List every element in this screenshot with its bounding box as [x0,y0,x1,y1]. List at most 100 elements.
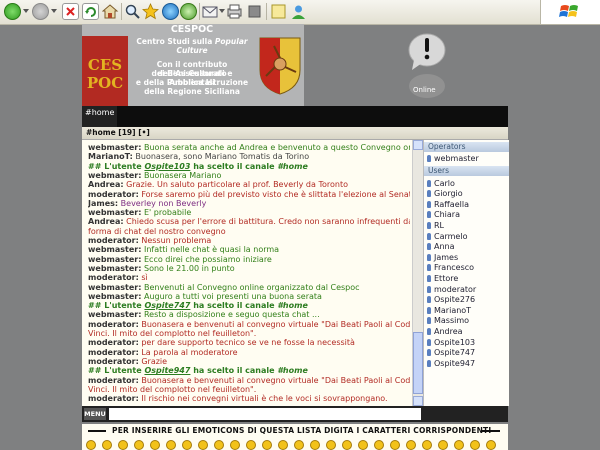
smiley-icon[interactable] [406,440,416,450]
cespoc-logo: CES POC [82,36,128,106]
join-notice: ## L'utente Ospite103 ha scelto il canal… [88,162,410,171]
user-item[interactable]: Carmelo [427,232,509,242]
smiley-icon[interactable] [166,440,176,450]
smiley-icon[interactable] [278,440,288,450]
home-icon[interactable] [101,3,119,20]
smiley-icon[interactable] [358,440,368,450]
user-item[interactable]: Ospite103 [427,338,509,348]
stop-icon[interactable] [62,3,79,20]
message-text: Infatti nelle chat è quasi la norma [143,245,280,255]
smiley-icon[interactable] [86,440,96,450]
scroll-thumb[interactable] [413,332,423,394]
user-item[interactable]: Anna [427,242,509,252]
smiley-icon[interactable] [486,440,496,450]
message-text: Nessun problema [141,236,212,245]
user-name: Anna [434,242,455,252]
print-icon[interactable] [226,3,243,20]
message-text: Sono le 21.00 in punto [143,263,235,273]
forward-icon[interactable] [32,3,49,20]
smiley-icon[interactable] [134,440,144,450]
message-nick: webmaster: [88,143,142,152]
tab-home[interactable]: #home [82,106,118,127]
smiley-icon[interactable] [390,440,400,450]
smiley-icon[interactable] [422,440,432,450]
user-item[interactable]: RL [427,221,509,231]
message-nick: MarianoT: [88,152,133,162]
user-item[interactable]: Raffaella [427,200,509,210]
user-icon [427,232,431,240]
chat-input[interactable] [109,408,421,420]
smiley-icon[interactable] [246,440,256,450]
media-icon[interactable] [162,3,179,20]
user-name: Ospite276 [434,295,476,305]
smiley-icon[interactable] [262,440,272,450]
smiley-icon[interactable] [102,440,112,450]
join-user-link[interactable]: Ospite747 [144,301,190,310]
scroll-down-button[interactable] [413,396,423,406]
user-name: Ospite103 [434,337,476,347]
trinacria-emblem-icon [258,36,302,96]
chat-message: webmaster: Resto a disposizione e seguo … [88,310,410,319]
user-item[interactable]: moderator [427,285,509,295]
smiley-icon[interactable] [470,440,480,450]
user-item[interactable]: Francesco [427,263,509,273]
back-dropdown-icon[interactable] [23,9,29,13]
messenger-icon[interactable] [290,3,307,20]
mail-dropdown-icon[interactable] [219,9,225,13]
input-bar: MENU [82,406,508,422]
smiley-icon[interactable] [454,440,464,450]
user-name: Carlo [434,178,455,188]
message-nick: webmaster: [88,263,142,273]
smiley-icon[interactable] [198,440,208,450]
forward-dropdown-icon[interactable] [51,9,57,13]
message-nick: webmaster: [88,208,142,218]
smiley-icon[interactable] [150,440,160,450]
smiley-icon[interactable] [230,440,240,450]
user-item[interactable]: Ettore [427,274,509,284]
operator-item[interactable]: webmaster [427,154,509,164]
user-name: Giorgio [434,189,463,199]
user-item[interactable]: Carlo [427,179,509,189]
online-label: Online [413,86,436,94]
join-user-link[interactable]: Ospite947 [144,366,190,375]
user-item[interactable]: Giorgio [427,189,509,199]
search-icon[interactable] [124,3,141,20]
favorites-icon[interactable] [142,3,159,20]
channel-tabbar: #home [82,106,508,127]
smiley-icon[interactable] [326,440,336,450]
smiley-icon[interactable] [118,440,128,450]
user-item[interactable]: Ospite276 [427,295,509,305]
message-text: Vinci. Il mito del complotto nel feuille… [88,384,257,394]
user-item[interactable]: Ospite947 [427,359,509,369]
notes-icon[interactable] [270,3,287,20]
history-icon[interactable] [180,3,197,20]
message-nick: James: [88,198,119,208]
user-item[interactable]: James [427,253,509,263]
smiley-icon[interactable] [294,440,304,450]
back-icon[interactable] [4,3,21,20]
join-user-link[interactable]: Ospite103 [144,162,190,171]
channel-header-text: #home [19] [•] [86,128,150,137]
smiley-icon[interactable] [214,440,224,450]
refresh-icon[interactable] [82,3,99,20]
user-item[interactable]: Ospite747 [427,348,509,358]
join-channel: #home [277,301,308,311]
smiley-icon[interactable] [310,440,320,450]
smiley-icon[interactable] [182,440,192,450]
user-item[interactable]: Massimo [427,316,509,326]
smiley-icon[interactable] [374,440,384,450]
user-item[interactable]: Andrea [427,327,509,337]
scroll-up-button[interactable] [413,140,423,150]
smiley-icon[interactable] [342,440,352,450]
windows-logo-icon [540,0,600,24]
emoticon-instruction-bar: PER INSERIRE GLI EMOTICONS DI QUESTA LIS… [82,424,508,438]
smiley-icon[interactable] [438,440,448,450]
edit-icon[interactable] [246,3,263,20]
user-item[interactable]: MarianoT [427,306,509,316]
chat-scrollbar[interactable] [412,140,423,406]
menu-button[interactable]: MENU [84,408,106,420]
user-icon [427,328,431,335]
mail-icon[interactable] [202,3,219,20]
message-text: Il rischio nei convegni virtuali è che l… [141,394,388,404]
user-item[interactable]: Chiara [427,210,509,220]
